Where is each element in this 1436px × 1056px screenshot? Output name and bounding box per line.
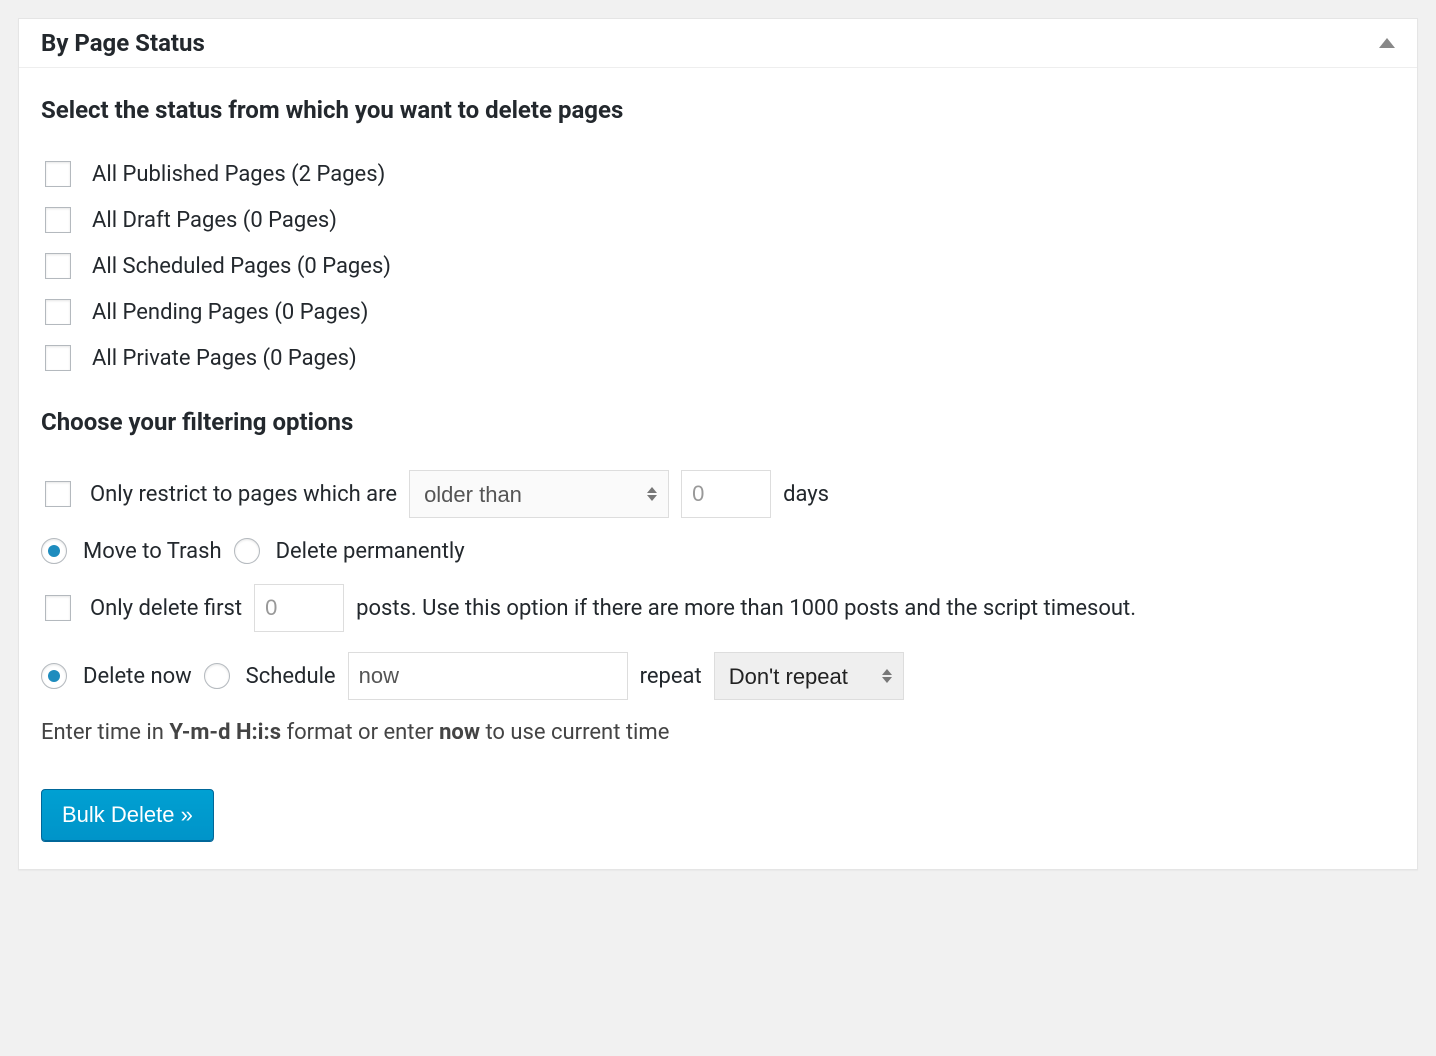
checkbox-restrict-age[interactable] [45, 481, 71, 507]
status-row-published: All Published Pages (2 Pages) [41, 158, 1395, 190]
move-trash-label: Move to Trash [83, 539, 222, 564]
checkbox-draft[interactable] [45, 207, 71, 233]
time-hint-fmt: Y-m-d H:i:s [169, 720, 281, 745]
only-first-suffix: posts. Use this option if there are more… [356, 596, 1136, 621]
checkbox-published[interactable] [45, 161, 71, 187]
status-section-title: Select the status from which you want to… [41, 96, 1395, 124]
status-row-draft: All Draft Pages (0 Pages) [41, 204, 1395, 236]
schedule-time-input[interactable] [348, 652, 628, 700]
status-row-private: All Private Pages (0 Pages) [41, 342, 1395, 374]
status-label: All Pending Pages (0 Pages) [92, 300, 368, 325]
panel-header[interactable]: By Page Status [19, 19, 1417, 68]
repeat-select-wrap: Don't repeat [714, 652, 904, 700]
restrict-label: Only restrict to pages which are [90, 482, 397, 507]
filter-section-title: Choose your filtering options [41, 408, 1395, 436]
status-row-scheduled: All Scheduled Pages (0 Pages) [41, 250, 1395, 282]
panel-body: Select the status from which you want to… [19, 68, 1417, 869]
collapse-icon [1379, 38, 1395, 48]
checkbox-pending[interactable] [45, 299, 71, 325]
repeat-select[interactable]: Don't repeat [714, 652, 904, 700]
age-days-input[interactable] [681, 470, 771, 518]
checkbox-limit[interactable] [45, 595, 71, 621]
age-compare-select-wrap: older than [409, 470, 669, 518]
time-hint: Enter time in Y-m-d H:i:s format or ente… [41, 720, 1395, 745]
filter-row-delete-mode: Move to Trash Delete permanently [41, 538, 1395, 564]
time-hint-pre: Enter time in [41, 720, 169, 745]
status-label: All Published Pages (2 Pages) [92, 162, 385, 187]
by-page-status-panel: By Page Status Select the status from wh… [18, 18, 1418, 870]
checkbox-private[interactable] [45, 345, 71, 371]
filter-row-age: Only restrict to pages which are older t… [41, 470, 1395, 518]
days-label: days [783, 482, 829, 507]
only-first-label: Only delete first [90, 596, 242, 621]
filter-row-schedule: Delete now Schedule repeat Don't repeat [41, 652, 1395, 700]
repeat-label: repeat [640, 664, 702, 689]
status-label: All Draft Pages (0 Pages) [92, 208, 337, 233]
filter-row-limit: Only delete first posts. Use this option… [41, 584, 1395, 632]
time-hint-post: to use current time [480, 720, 669, 745]
age-compare-select[interactable]: older than [409, 470, 669, 518]
radio-delete-now[interactable] [41, 663, 67, 689]
time-hint-mid: format or enter [281, 720, 439, 745]
bulk-delete-button[interactable]: Bulk Delete » [41, 789, 214, 841]
radio-schedule[interactable] [204, 663, 230, 689]
delete-perm-label: Delete permanently [276, 539, 465, 564]
checkbox-scheduled[interactable] [45, 253, 71, 279]
status-list: All Published Pages (2 Pages) All Draft … [41, 158, 1395, 374]
limit-input[interactable] [254, 584, 344, 632]
panel-title: By Page Status [41, 29, 205, 57]
status-label: All Private Pages (0 Pages) [92, 346, 357, 371]
status-label: All Scheduled Pages (0 Pages) [92, 254, 391, 279]
delete-now-label: Delete now [83, 664, 192, 689]
radio-move-trash[interactable] [41, 538, 67, 564]
status-row-pending: All Pending Pages (0 Pages) [41, 296, 1395, 328]
time-hint-now: now [439, 720, 480, 745]
schedule-label: Schedule [246, 664, 336, 689]
radio-delete-permanent[interactable] [234, 538, 260, 564]
